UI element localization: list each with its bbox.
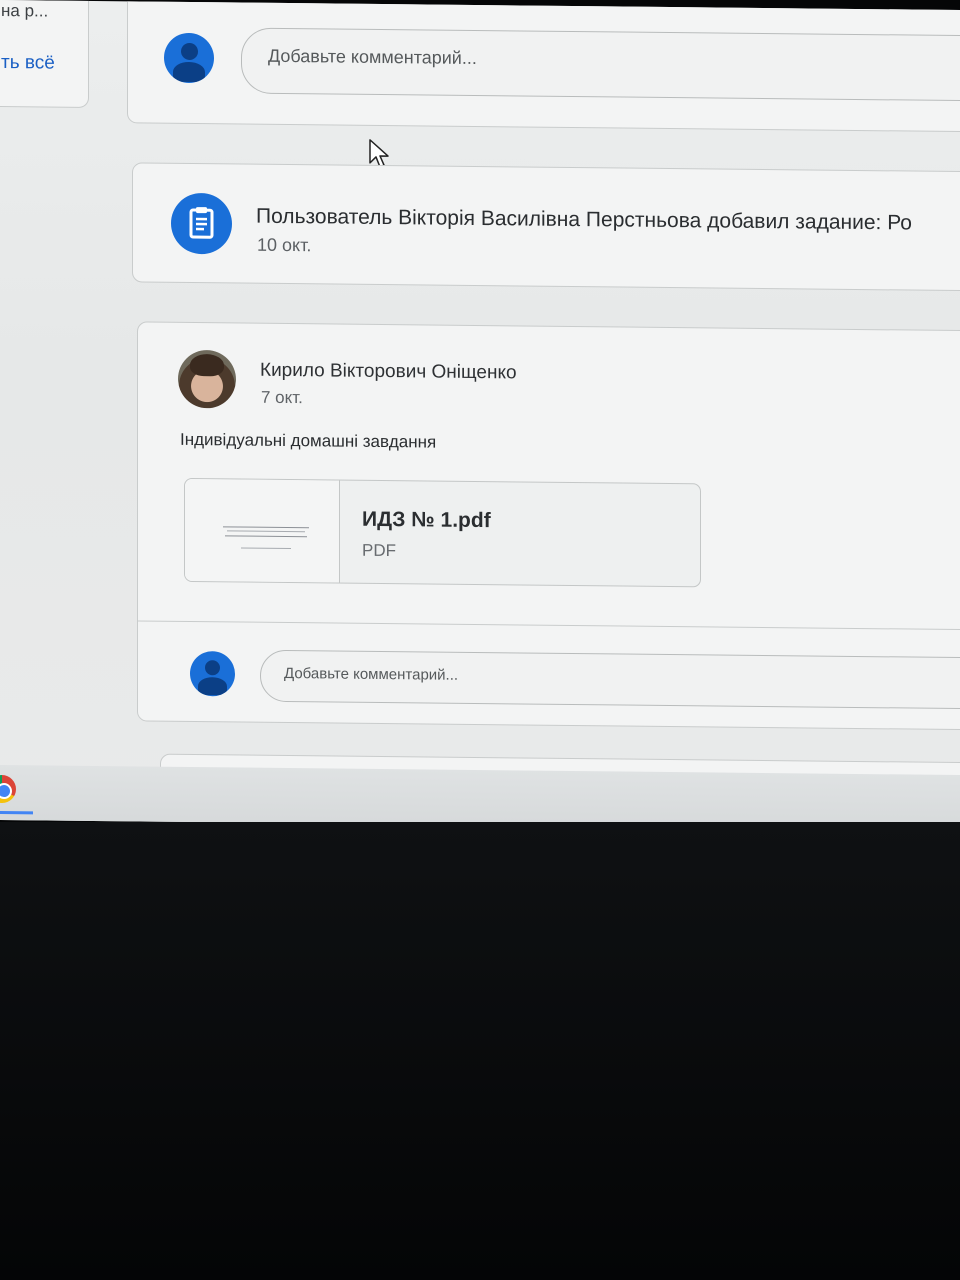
post-card: Кирило Вікторович Оніщенко 7 окт. Індиві… — [137, 321, 960, 731]
post-comment-placeholder: Добавьте комментарий... — [284, 664, 459, 684]
assignment-notice-date: 10 окт. — [257, 234, 312, 256]
previous-post-card: Добавьте комментарий... — [127, 0, 960, 133]
comment-input[interactable]: Добавьте комментарий... — [241, 27, 960, 102]
assignment-icon — [171, 192, 232, 255]
attachment-card[interactable]: ИДЗ № 1.pdf PDF — [184, 477, 701, 588]
attachment-name: ИДЗ № 1.pdf — [362, 507, 491, 533]
upcoming-panel: на р... ть всё — [0, 0, 89, 108]
browser-screen: на р... ть всё Добавьте комментарий... П… — [0, 0, 960, 831]
post-divider — [138, 620, 960, 631]
post-date: 7 окт. — [261, 387, 303, 408]
post-author: Кирило Вікторович Оніщенко — [260, 359, 517, 384]
post-body: Індивідуальні домашні завдання — [180, 429, 437, 452]
upcoming-item-label[interactable]: на р... — [1, 1, 48, 21]
author-avatar — [178, 349, 236, 409]
active-app-indicator — [0, 811, 33, 815]
assignment-notice-text: Пользователь Вікторія Василівна Перстньо… — [256, 204, 912, 235]
comment-placeholder: Добавьте комментарий... — [268, 45, 477, 68]
attachment-thumbnail — [185, 478, 340, 583]
post-comment-input[interactable]: Добавьте комментарий... — [260, 649, 960, 710]
chrome-icon[interactable] — [0, 774, 16, 804]
view-all-link[interactable]: ть всё — [1, 52, 55, 75]
attachment-type: PDF — [362, 540, 396, 561]
comment-user-avatar — [190, 650, 235, 697]
monitor-bezel — [0, 822, 960, 1280]
taskbar — [0, 765, 960, 831]
assignment-notice-card[interactable]: Пользователь Вікторія Василівна Перстньо… — [132, 162, 960, 292]
current-user-avatar — [164, 32, 214, 84]
